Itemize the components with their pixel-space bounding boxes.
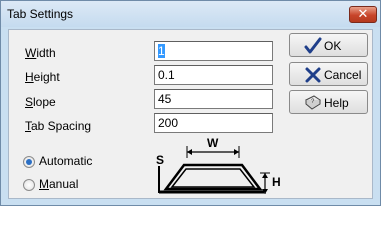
h-dimension-label: H xyxy=(272,175,281,189)
s-dimension-label: S xyxy=(156,153,164,167)
ok-button[interactable]: OK xyxy=(289,33,368,57)
close-button[interactable]: ✕ xyxy=(349,6,377,23)
automatic-radio[interactable] xyxy=(23,156,35,168)
width-label: Width xyxy=(25,46,56,60)
tab-spacing-label: Tab Spacing xyxy=(25,119,92,133)
height-label: Height xyxy=(25,70,60,84)
slope-label: Slope xyxy=(25,95,56,109)
height-field[interactable]: 0.1 xyxy=(154,65,273,85)
manual-radio[interactable] xyxy=(23,179,35,191)
help-button[interactable]: ? Help xyxy=(289,90,368,114)
title-bar[interactable]: Tab Settings ✕ xyxy=(1,1,380,27)
cancel-label: Cancel xyxy=(324,68,362,82)
cancel-button[interactable]: Cancel xyxy=(289,62,368,86)
dialog-title: Tab Settings xyxy=(7,7,74,21)
manual-label: Manual xyxy=(39,177,79,191)
tab-spacing-field[interactable]: 200 xyxy=(154,113,273,133)
w-dimension-label: W xyxy=(207,136,219,150)
slope-field[interactable]: 45 xyxy=(154,89,273,109)
tab-settings-dialog: Tab Settings ✕ Width Height Slope Tab Sp… xyxy=(0,0,381,206)
help-label: Help xyxy=(324,96,349,110)
automatic-label: Automatic xyxy=(39,154,93,168)
tab-shape-diagram: W S H xyxy=(156,136,281,194)
help-book-icon: ? xyxy=(305,95,321,110)
width-value: 1 xyxy=(158,44,165,58)
ok-label: OK xyxy=(324,39,342,53)
close-icon: ✕ xyxy=(357,6,369,21)
dialog-body: Width Height Slope Tab Spacing 1 0.1 45 … xyxy=(8,29,373,199)
width-field[interactable]: 1 xyxy=(154,41,273,61)
x-icon xyxy=(305,67,321,83)
checkmark-icon xyxy=(304,37,322,54)
